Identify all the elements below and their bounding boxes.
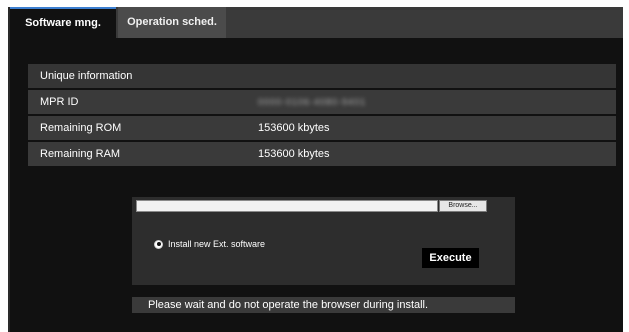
software-management-window: Software mng. Operation sched. Unique in… (8, 7, 623, 332)
remaining-ram-label: Remaining RAM (28, 142, 246, 166)
remaining-ram-value: 153600 kbytes (246, 142, 616, 166)
install-notice: Please wait and do not operate the brows… (132, 297, 515, 313)
unique-information-table: Unique information MPR ID 0000-0106-4080… (28, 62, 616, 168)
file-select-row: Browse... (136, 200, 487, 212)
browse-button[interactable]: Browse... (439, 200, 487, 212)
install-new-software-option[interactable]: Install new Ext. software (154, 239, 265, 249)
file-path-input[interactable] (136, 200, 438, 212)
install-panel: Browse... Install new Ext. software Exec… (132, 197, 515, 285)
table-row: MPR ID 0000-0106-4080-9401 (28, 90, 616, 114)
remaining-rom-value: 153600 kbytes (246, 116, 616, 140)
mpr-id-label: MPR ID (28, 90, 246, 114)
install-new-software-radio[interactable] (154, 239, 163, 249)
table-header: Unique information (28, 64, 616, 88)
mpr-id-value: 0000-0106-4080-9401 (246, 90, 616, 114)
tab-bar: Software mng. Operation sched. (10, 7, 623, 38)
remaining-rom-label: Remaining ROM (28, 116, 246, 140)
table-row: Remaining RAM 153600 kbytes (28, 142, 616, 166)
mpr-id-blurred-value: 0000-0106-4080-9401 (258, 97, 367, 107)
table-header-row: Unique information (28, 64, 616, 88)
tab-operation-sched[interactable]: Operation sched. (118, 7, 226, 38)
tab-software-mng[interactable]: Software mng. (10, 7, 116, 38)
install-new-software-label: Install new Ext. software (168, 239, 266, 249)
radio-selected-dot-icon (156, 242, 161, 246)
execute-button[interactable]: Execute (422, 248, 479, 268)
table-row: Remaining ROM 153600 kbytes (28, 116, 616, 140)
